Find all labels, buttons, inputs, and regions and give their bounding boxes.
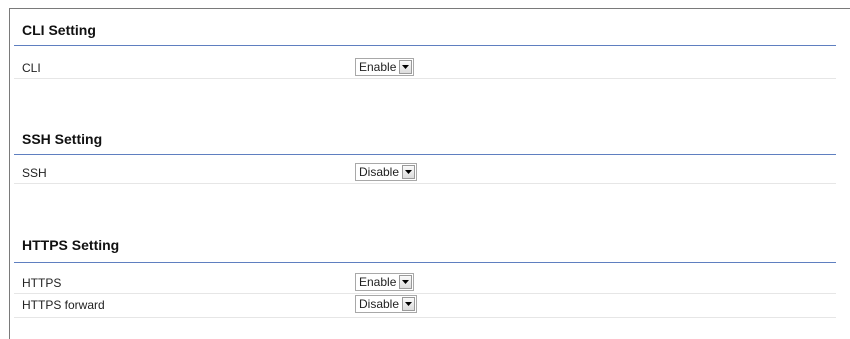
- cli-select[interactable]: Enable: [355, 58, 415, 76]
- https-setting-heading: HTTPS Setting: [22, 237, 120, 253]
- chevron-down-icon[interactable]: [399, 60, 413, 74]
- https-row-divider: [14, 293, 836, 294]
- ssh-setting-rule: [14, 154, 836, 155]
- cli-select-value: Enable: [359, 60, 397, 74]
- https-forward-select-value: Disable: [359, 297, 400, 311]
- ssh-select[interactable]: Disable: [355, 163, 418, 181]
- settings-page: CLI Setting CLI Enable SSH Setting SSH D…: [0, 0, 850, 339]
- ssh-row-divider: [14, 183, 836, 184]
- cli-setting-rule: [14, 45, 836, 46]
- https-select[interactable]: Enable: [355, 273, 415, 291]
- frame-border-left: [9, 8, 10, 339]
- https-setting-rule: [14, 262, 836, 263]
- https-label: HTTPS: [22, 276, 62, 290]
- frame-border-top: [9, 8, 850, 9]
- ssh-select-value: Disable: [359, 165, 400, 179]
- cli-setting-heading: CLI Setting: [22, 22, 96, 38]
- chevron-down-icon[interactable]: [399, 275, 413, 289]
- cli-row-divider: [14, 78, 836, 79]
- https-select-value: Enable: [359, 275, 397, 289]
- https-forward-label: HTTPS forward: [22, 298, 105, 312]
- https-forward-row-divider: [14, 317, 836, 318]
- ssh-setting-heading: SSH Setting: [22, 131, 103, 147]
- https-forward-select[interactable]: Disable: [355, 295, 418, 313]
- ssh-label: SSH: [22, 166, 47, 180]
- chevron-down-icon[interactable]: [402, 165, 416, 179]
- chevron-down-icon[interactable]: [402, 297, 416, 311]
- cli-label: CLI: [22, 61, 41, 75]
